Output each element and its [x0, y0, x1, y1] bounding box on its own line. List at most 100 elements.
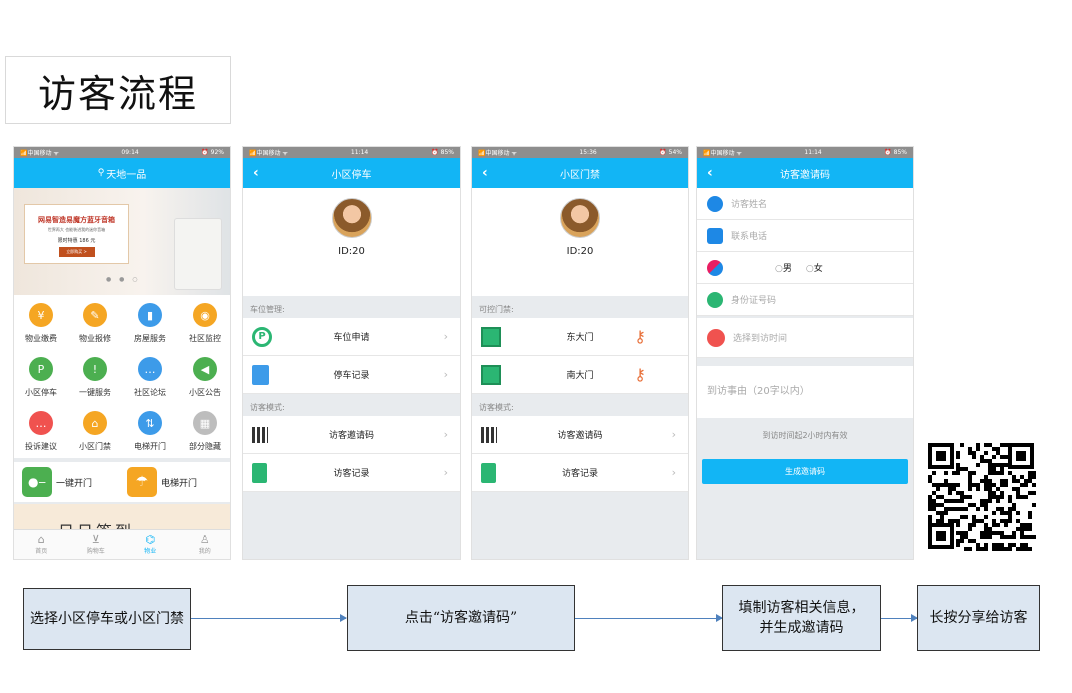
back-icon[interactable]: ‹ — [707, 165, 713, 181]
grid-item-parking[interactable]: P 小区停车 — [14, 357, 68, 398]
visitor-name-field[interactable]: 访客姓名 — [697, 188, 913, 220]
back-icon[interactable]: ‹ — [482, 165, 488, 181]
tab-bar: ⌂ 首页 ⊻ 购物车 ⌬ 物业 ♙ 我的 — [14, 529, 231, 559]
visitor-record-row[interactable]: 访客记录 › — [472, 454, 688, 492]
grid-item-hidden[interactable]: ▦ 部分隐藏 — [178, 411, 230, 452]
promo-banner[interactable]: 日日签到 — [14, 504, 230, 531]
visit-reason-field[interactable]: 到访事由（20字以内） — [697, 366, 913, 418]
clock-icon — [707, 328, 725, 347]
flow-step-text: 填制访客相关信息， — [738, 600, 865, 616]
profile-card: ID:20 — [472, 188, 688, 296]
avatar[interactable] — [331, 198, 372, 238]
phone-icon — [707, 227, 723, 244]
id-card-field[interactable]: 身份证号码 — [697, 284, 913, 316]
user-icon: ♙ — [199, 533, 210, 546]
qr-code-image[interactable] — [926, 441, 1036, 551]
grid-label: 社区监控 — [189, 334, 221, 343]
field-placeholder: 访客姓名 — [731, 200, 768, 210]
apps-icon: ▦ — [193, 411, 217, 435]
visitor-code-row[interactable]: 访客邀请码 › — [243, 416, 460, 454]
grid-item-forum[interactable]: … 社区论坛 — [123, 357, 177, 398]
status-carrier: 📶中国移动 ᯤ — [478, 150, 517, 157]
grid-item-complaint[interactable]: … 投诉建议 — [14, 411, 68, 452]
tab-property[interactable]: ⌬ 物业 — [123, 530, 178, 559]
status-bar: 📶中国移动 ᯤ 15:36 ⏰ 54% — [472, 147, 688, 158]
grid-label: 物业缴费 — [25, 334, 57, 343]
phone-field[interactable]: 联系电话 — [697, 220, 913, 252]
status-time: 11:14 — [804, 149, 822, 156]
elevator-open-button[interactable]: ☂ 电梯开门 — [127, 467, 197, 497]
grid-item-property-fee[interactable]: ¥ 物业缴费 — [14, 303, 68, 344]
flow-arrow — [881, 614, 918, 622]
radio-female[interactable]: ○女 — [806, 261, 823, 274]
row-label: 访客记录 — [333, 469, 370, 479]
grid-item-house[interactable]: ▮ 房屋服务 — [123, 303, 177, 344]
section-label: 可控门禁: — [479, 305, 514, 314]
quick-label: 一键开门 — [56, 478, 93, 489]
service-grid: ¥ 物业缴费 ✎ 物业报修 ▮ 房屋服务 ◉ 社区监控 P 小区停车 ! 一键服务 … 社区论… — [14, 295, 230, 458]
tab-label: 物业 — [144, 548, 157, 555]
gate-icon: ⌂ — [83, 411, 107, 435]
flow-step-3: 填制访客相关信息， 并生成邀请码 — [722, 585, 881, 651]
banner-card: 网易智造易魔方蓝牙音箱 世界再大 也能装进我的迷你音箱 限时特惠 186 元 立… — [24, 204, 129, 264]
banner-price: 限时特惠 186 元 — [57, 238, 96, 244]
status-carrier: 📶中国移动 ᯤ — [249, 150, 288, 157]
phone-home: 📶中国移动 ᯤ 09:14 ⏰ 92% ⚲ 天地一品 网易智造易魔方蓝牙音箱 世… — [13, 146, 231, 560]
home-banner[interactable]: 网易智造易魔方蓝牙音箱 世界再大 也能装进我的迷你音箱 限时特惠 186 元 立… — [14, 188, 230, 295]
parking-record-row[interactable]: 停车记录 › — [243, 356, 460, 394]
grid-item-one-key[interactable]: ! 一键服务 — [68, 357, 122, 398]
grid-label: 小区停车 — [25, 388, 57, 397]
key-icon[interactable]: ⚷ — [634, 365, 646, 384]
key-icon[interactable]: ⚷ — [634, 327, 646, 346]
visitor-code-row[interactable]: 访客邀请码 › — [472, 416, 688, 454]
generate-code-button[interactable]: 生成邀请码 — [702, 459, 908, 484]
banner-title: 网易智造易魔方蓝牙音箱 — [38, 216, 115, 224]
profile-card: ID:20 — [243, 188, 460, 296]
row-label: 南大门 — [566, 371, 594, 381]
quick-actions: ●‒ 一键开门 ☂ 电梯开门 — [14, 462, 230, 502]
field-placeholder: 身份证号码 — [731, 296, 777, 306]
gate-south-row[interactable]: 南大门 ⚷ — [472, 356, 688, 394]
one-key-open-button[interactable]: ●‒ 一键开门 — [22, 467, 122, 497]
section-label: 访客模式: — [250, 403, 285, 412]
tab-mine[interactable]: ♙ 我的 — [178, 530, 231, 559]
grid-label: 部分隐藏 — [189, 442, 221, 451]
parking-apply-row[interactable]: P 车位申请 › — [243, 318, 460, 356]
page-title: 小区门禁 — [560, 169, 600, 181]
chevron-right-icon: › — [443, 428, 448, 441]
money-icon: ¥ — [29, 303, 53, 327]
grid-item-repair[interactable]: ✎ 物业报修 — [68, 303, 122, 344]
grid-item-notice[interactable]: ◀ 小区公告 — [178, 357, 230, 398]
grid-item-gate[interactable]: ⌂ 小区门禁 — [68, 411, 122, 452]
gate-east-row[interactable]: 东大门 ⚷ — [472, 318, 688, 356]
visitor-record-row[interactable]: 访客记录 › — [243, 454, 460, 492]
tab-home[interactable]: ⌂ 首页 — [14, 530, 69, 559]
door-icon: ▮ — [138, 303, 162, 327]
avatar[interactable] — [560, 198, 600, 238]
flow-step-text: 并生成邀请码 — [759, 620, 844, 636]
gender-field: ○男 ○女 — [697, 252, 913, 284]
tab-cart[interactable]: ⊻ 购物车 — [69, 530, 124, 559]
flow-step-text: 点击“访客邀请码” — [404, 610, 518, 626]
flow-step-4: 长按分享给访客 — [917, 585, 1040, 651]
community-name[interactable]: 天地一品 — [106, 166, 146, 181]
radio-label: 男 — [782, 264, 792, 274]
flow-step-text: 长按分享给访客 — [929, 610, 1028, 626]
visit-time-field[interactable]: 选择到访时间 — [697, 318, 913, 358]
message-icon: … — [29, 411, 53, 435]
back-icon[interactable]: ‹ — [253, 165, 259, 181]
grid-item-monitor[interactable]: ◉ 社区监控 — [178, 303, 230, 344]
user-id: ID:20 — [338, 246, 365, 257]
grid-label: 小区公告 — [189, 388, 221, 397]
grid-item-elevator[interactable]: ⇅ 电梯开门 — [123, 411, 177, 452]
tab-label: 首页 — [35, 548, 48, 555]
banner-buy-button[interactable]: 立即购买 > — [58, 247, 95, 257]
row-label: 访客邀请码 — [557, 431, 603, 441]
status-battery: ⏰ 54% — [659, 149, 682, 156]
slide-title: 访客流程 — [5, 56, 231, 124]
row-label: 东大门 — [566, 333, 594, 343]
status-carrier: 📶中国移动 ᯤ — [20, 150, 59, 157]
parking-icon: P — [29, 357, 53, 381]
radio-male[interactable]: ○男 — [775, 261, 792, 274]
row-label: 停车记录 — [333, 371, 370, 381]
